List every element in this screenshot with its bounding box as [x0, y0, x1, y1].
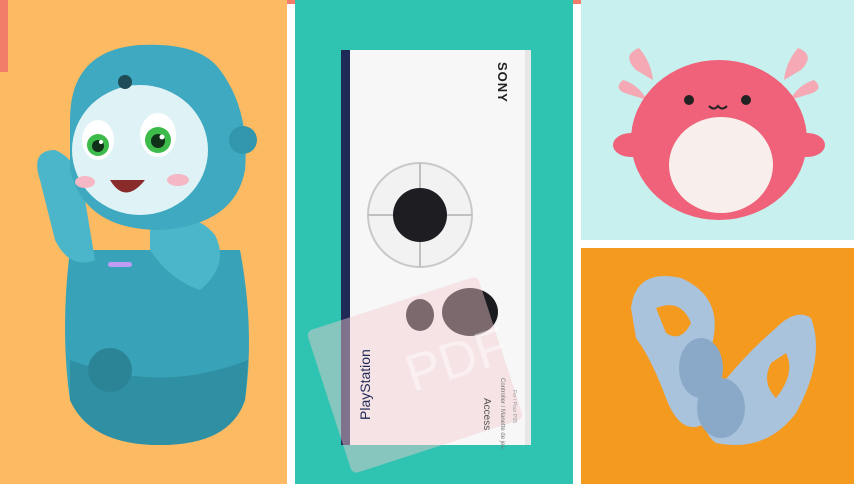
box-model-access: Access [481, 398, 492, 431]
box-brand-sony: SONY [495, 62, 510, 103]
box-product-line-playstation: PlayStation [357, 349, 373, 420]
box-subtitle: Controller / Manette de jeu [499, 378, 505, 449]
robot-toy-image [0, 0, 287, 484]
access-controller-box-image: SONY PlayStation Access Controller / Man… [295, 0, 573, 484]
left-accent-tab [0, 0, 8, 72]
box-platform-note: For / Pour PS5 [511, 390, 517, 424]
earplugs-image [581, 248, 854, 484]
axolotl-plush-image [581, 0, 854, 240]
